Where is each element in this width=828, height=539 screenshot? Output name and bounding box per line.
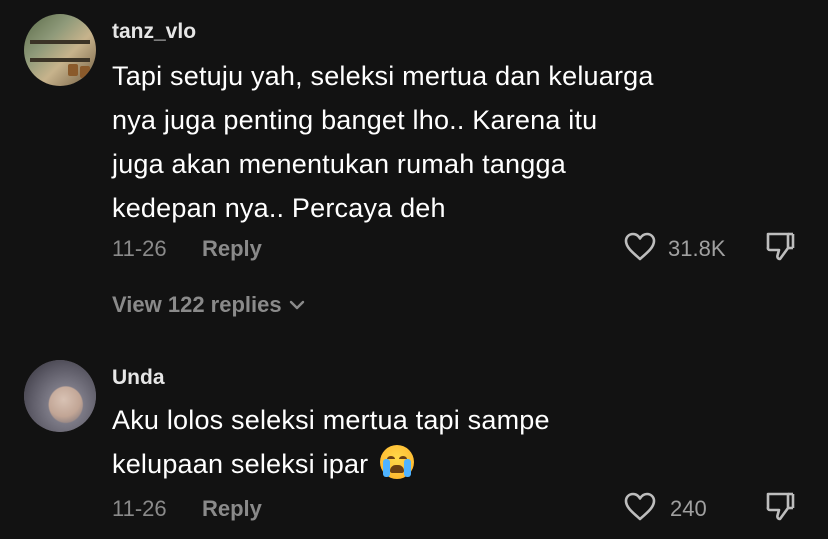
comment-text-line: Aku lolos seleksi mertua tapi sampe — [112, 405, 550, 435]
like-count: 31.8K — [668, 236, 726, 261]
comment-username[interactable]: tanz_vlo — [112, 20, 196, 44]
comment-text-segment: kelupaan seleksi ipar — [112, 449, 369, 479]
comment-text: Tapi setuju yah, seleksi mertua dan kelu… — [112, 54, 752, 230]
view-replies-button[interactable]: View 122 replies — [112, 292, 306, 318]
avatar-detail — [30, 40, 90, 44]
comment-text-line: kedepan nya.. Percaya deh — [112, 193, 446, 223]
dislike-icon[interactable] — [764, 490, 796, 522]
avatar-detail — [80, 66, 90, 78]
heart-icon[interactable] — [624, 492, 656, 522]
comment-text-line: nya juga penting banget lho.. Karena itu — [112, 105, 598, 135]
comment-date: 11-26 — [112, 496, 167, 521]
avatar[interactable] — [24, 14, 96, 86]
loudly-crying-face-icon — [380, 445, 415, 479]
heart-icon[interactable] — [624, 232, 656, 262]
reply-button[interactable]: Reply — [202, 236, 262, 262]
avatar-detail — [68, 64, 78, 76]
dislike-icon[interactable] — [764, 230, 796, 262]
avatar-detail — [30, 58, 90, 62]
chevron-down-icon — [289, 300, 304, 310]
avatar-detail — [24, 360, 96, 432]
view-replies-label: View 122 replies — [112, 292, 282, 317]
comment-text-line: kelupaan seleksi ipar — [112, 442, 752, 486]
comment-username[interactable]: Unda — [112, 366, 165, 390]
reply-button[interactable]: Reply — [202, 496, 262, 522]
comment-text: Aku lolos seleksi mertua tapi sampe kelu… — [112, 398, 752, 486]
comment-text-line: juga akan menentukan rumah tangga — [112, 149, 566, 179]
avatar[interactable] — [24, 360, 96, 432]
like-count: 240 — [670, 496, 707, 521]
comment-date: 11-26 — [112, 236, 167, 261]
comment-text-line: Tapi setuju yah, seleksi mertua dan kelu… — [112, 61, 654, 91]
